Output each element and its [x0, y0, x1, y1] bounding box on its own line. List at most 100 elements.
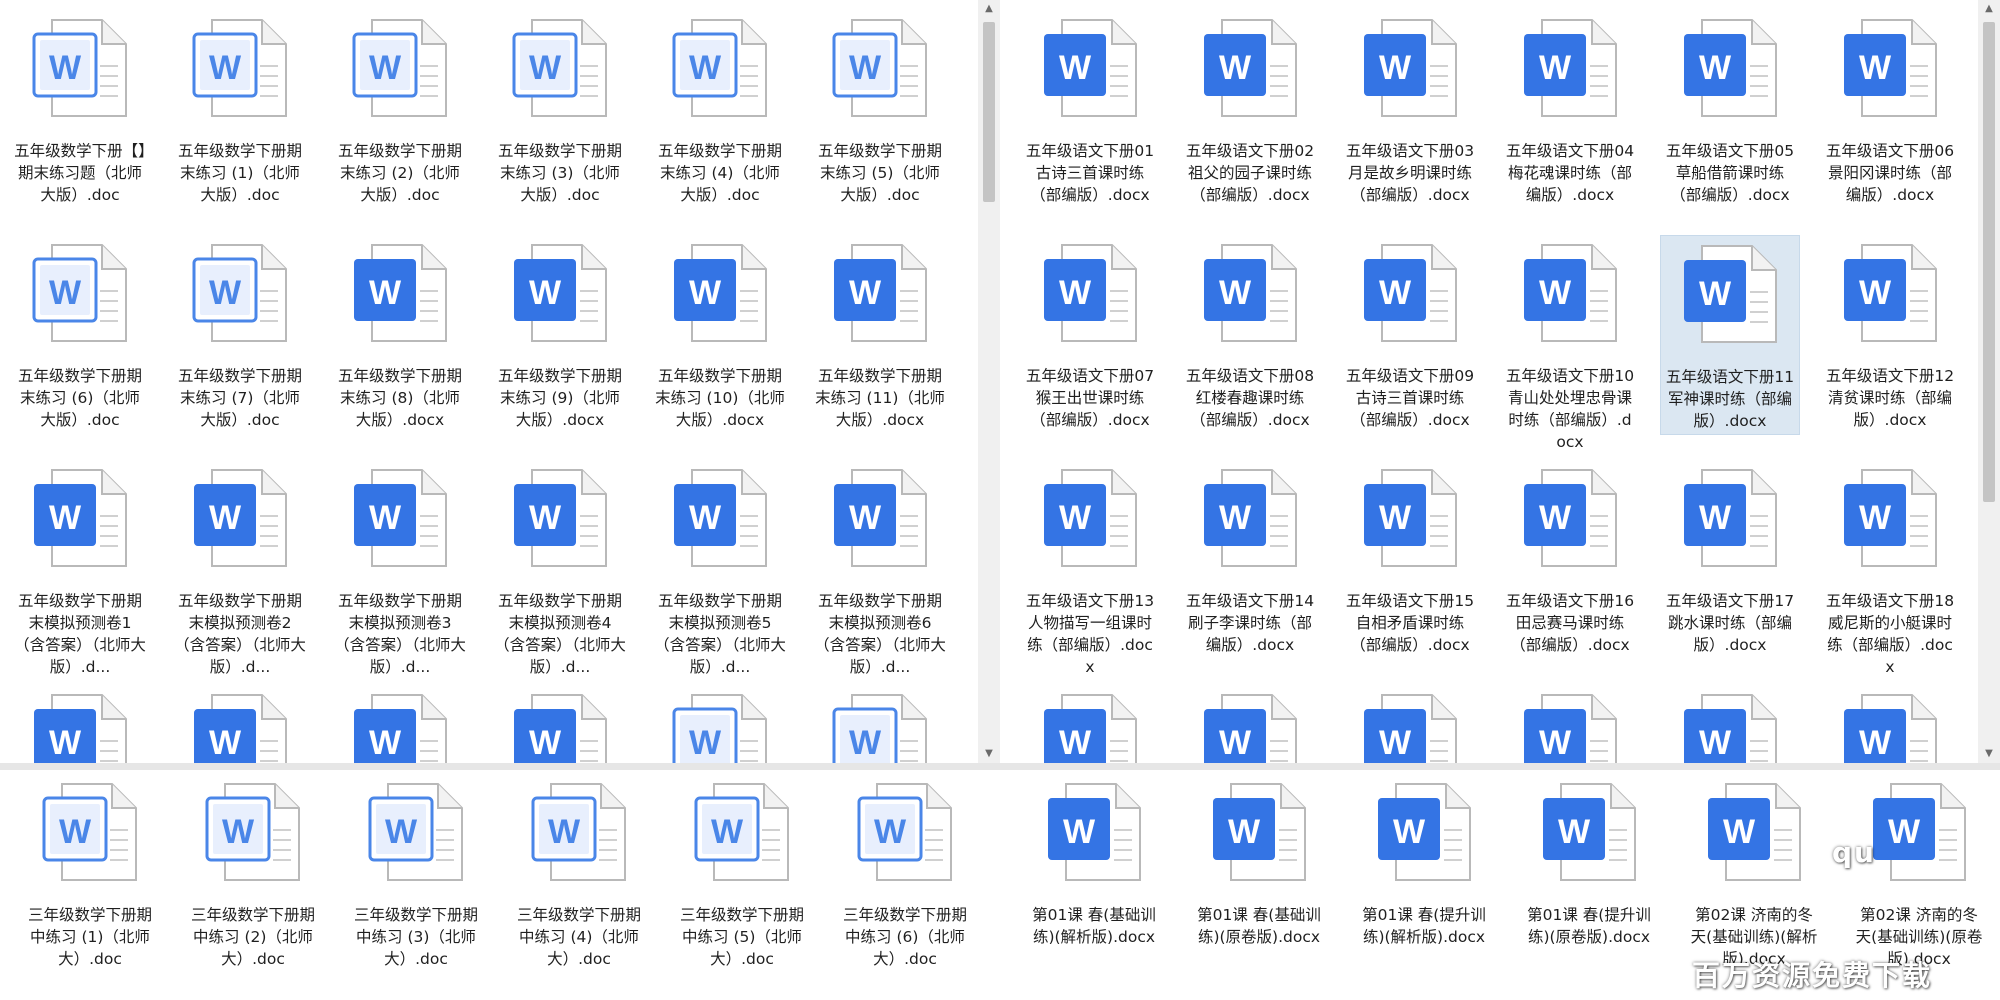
word-document-icon: W — [828, 466, 932, 570]
file-item[interactable]: W — [1500, 691, 1640, 763]
file-item[interactable]: W — [1020, 691, 1160, 763]
file-item[interactable]: W 五年级数学下册期末练习 (6)（北师大版）.doc — [10, 241, 150, 431]
file-item[interactable]: W 五年级语文下册13 人物描写一组课时练（部编版）.docx — [1020, 466, 1160, 678]
file-item[interactable]: W 第02课 济南的冬天(基础训练)(原卷版).docx — [1849, 780, 1989, 970]
file-name-label: 三年级数学下册期中练习 (5)（北师大）.doc — [679, 906, 804, 968]
file-item[interactable]: W 五年级数学下册【】期末练习题（北师大版）.doc — [10, 16, 150, 206]
file-item[interactable]: W 五年级语文下册10 青山处处埋忠骨课时练（部编版）.docx — [1500, 241, 1640, 453]
file-name-label: 五年级数学下册期末模拟预测卷5（含答案）（北师大版）.d... — [654, 592, 786, 676]
file-item[interactable]: W 五年级数学下册期末模拟预测卷1（含答案）（北师大版）.d... — [10, 466, 150, 678]
svg-text:W: W — [369, 724, 402, 762]
file-item[interactable]: W 五年级数学下册期末练习 (2)（北师大版）.doc — [330, 16, 470, 206]
file-item[interactable]: W 五年级数学下册期末练习 (4)（北师大版）.doc — [650, 16, 790, 206]
file-item[interactable]: W 第01课 春(基础训练)(解析版).docx — [1024, 780, 1164, 948]
file-item[interactable]: W — [1820, 691, 1960, 763]
file-item[interactable]: W 三年级数学下册期中练习 (6)（北师大）.doc — [835, 780, 975, 970]
file-name-label: 五年级语文下册08 红楼春趣课时练（部编版）.docx — [1185, 367, 1315, 429]
file-item[interactable]: W 五年级语文下册06 景阳冈课时练（部编版）.docx — [1820, 16, 1960, 206]
file-item[interactable]: W 三年级数学下册期中练习 (3)（北师大）.doc — [346, 780, 486, 970]
file-item[interactable]: W 五年级语文下册01 古诗三首课时练（部编版）.docx — [1020, 16, 1160, 206]
file-item[interactable]: W 五年级语文下册18 威尼斯的小艇课时练（部编版）.docx — [1820, 466, 1960, 678]
file-item[interactable]: W 第01课 春(基础训练)(原卷版).docx — [1189, 780, 1329, 948]
scroll-up-arrow-icon[interactable]: ▲ — [1978, 0, 2000, 18]
file-item[interactable]: W 五年级语文下册05 草船借箭课时练（部编版）.docx — [1660, 16, 1800, 206]
file-item[interactable]: W 第01课 春(提升训练)(原卷版).docx — [1519, 780, 1659, 948]
file-item[interactable]: W 五年级数学下册期末模拟预测卷4（含答案）（北师大版）.d... — [490, 466, 630, 678]
file-name-label: 五年级数学下册期末练习 (8)（北师大版）.docx — [337, 367, 462, 429]
file-item[interactable]: W 五年级语文下册12 清贫课时练（部编版）.docx — [1820, 241, 1960, 431]
file-item[interactable]: W 五年级数学下册期末模拟预测卷6（含答案）（北师大版）.d... — [810, 466, 950, 678]
file-item[interactable]: W 三年级数学下册期中练习 (5)（北师大）.doc — [672, 780, 812, 970]
word-document-icon: W — [1518, 466, 1622, 570]
file-item[interactable]: W 第01课 春(提升训练)(解析版).docx — [1354, 780, 1494, 948]
file-item[interactable]: W — [490, 691, 630, 763]
svg-text:W: W — [548, 813, 581, 851]
file-item[interactable]: W 五年级数学下册期末练习 (9)（北师大版）.docx — [490, 241, 630, 431]
file-item[interactable]: W — [10, 691, 150, 763]
file-item[interactable]: W 五年级数学下册期末模拟预测卷2（含答案）（北师大版）.d... — [170, 466, 310, 678]
file-item[interactable]: W 五年级数学下册期末模拟预测卷3（含答案）（北师大版）.d... — [330, 466, 470, 678]
file-item[interactable]: W 五年级语文下册02 祖父的园子课时练（部编版）.docx — [1180, 16, 1320, 206]
scroll-down-arrow-icon[interactable]: ▼ — [978, 745, 1000, 763]
file-item[interactable]: W — [170, 691, 310, 763]
file-item[interactable]: W — [650, 691, 790, 763]
file-item[interactable]: W 五年级语文下册07 猴王出世课时练（部编版）.docx — [1020, 241, 1160, 431]
file-item[interactable]: W 五年级数学下册期末练习 (5)（北师大版）.doc — [810, 16, 950, 206]
file-name-label: 第01课 春(提升训练)(原卷版).docx — [1527, 906, 1651, 946]
file-item[interactable]: W 五年级数学下册期末练习 (8)（北师大版）.docx — [330, 241, 470, 431]
word-document-icon: W — [1038, 16, 1142, 120]
word-document-icon: W — [1358, 16, 1462, 120]
file-item[interactable]: W 三年级数学下册期中练习 (4)（北师大）.doc — [509, 780, 649, 970]
file-item[interactable]: W 五年级数学下册期末练习 (11)（北师大版）.docx — [810, 241, 950, 431]
file-item[interactable]: W 三年级数学下册期中练习 (1)（北师大）.doc — [20, 780, 160, 970]
svg-text:W: W — [849, 49, 882, 87]
svg-text:W: W — [1859, 499, 1892, 537]
svg-text:W: W — [1539, 499, 1572, 537]
file-item[interactable]: W 五年级语文下册16 田忌赛马课时练（部编版）.docx — [1500, 466, 1640, 656]
word-document-icon: W — [1867, 780, 1971, 884]
file-name-label: 第01课 春(基础训练)(原卷版).docx — [1197, 906, 1321, 946]
scroll-down-arrow-icon[interactable]: ▼ — [1978, 745, 2000, 763]
scrollbar-top-right[interactable]: ▲ ▼ — [1978, 0, 2000, 763]
file-item[interactable]: W 三年级数学下册期中练习 (2)（北师大）.doc — [183, 780, 323, 970]
word-document-icon: W — [508, 241, 612, 345]
file-item[interactable]: W 五年级语文下册08 红楼春趣课时练（部编版）.docx — [1180, 241, 1320, 431]
file-item[interactable]: W 五年级数学下册期末练习 (3)（北师大版）.doc — [490, 16, 630, 206]
file-item[interactable]: W — [1660, 691, 1800, 763]
word-document-icon: W — [348, 466, 452, 570]
scroll-up-arrow-icon[interactable]: ▲ — [978, 0, 1000, 18]
file-item[interactable]: W — [1180, 691, 1320, 763]
word-document-icon: W — [1678, 242, 1782, 346]
svg-text:W: W — [529, 499, 562, 537]
file-item[interactable]: W 五年级数学下册期末练习 (10)（北师大版）.docx — [650, 241, 790, 431]
file-item[interactable]: W 五年级数学下册期末练习 (1)（北师大版）.doc — [170, 16, 310, 206]
word-document-icon: W — [201, 780, 305, 884]
file-item[interactable]: W 五年级语文下册03 月是故乡明课时练（部编版）.docx — [1340, 16, 1480, 206]
file-name-label: 五年级数学下册期末练习 (2)（北师大版）.doc — [337, 142, 462, 204]
svg-text:W: W — [369, 49, 402, 87]
file-name-label: 五年级语文下册07 猴王出世课时练（部编版）.docx — [1025, 367, 1155, 429]
svg-text:W: W — [1379, 49, 1412, 87]
file-item[interactable]: W — [1340, 691, 1480, 763]
file-item[interactable]: W — [810, 691, 950, 763]
file-item[interactable]: W 五年级语文下册11 军神课时练（部编版）.docx — [1660, 235, 1800, 435]
file-name-label: 第01课 春(基础训练)(解析版).docx — [1032, 906, 1156, 946]
word-document-icon: W — [1358, 241, 1462, 345]
file-item[interactable]: W 五年级数学下册期末模拟预测卷5（含答案）（北师大版）.d... — [650, 466, 790, 678]
word-document-icon: W — [188, 466, 292, 570]
svg-text:W: W — [49, 499, 82, 537]
word-document-icon: W — [1838, 466, 1942, 570]
file-item[interactable]: W 第02课 济南的冬天(基础训练)(解析版).docx — [1684, 780, 1824, 970]
svg-text:W: W — [1539, 49, 1572, 87]
file-item[interactable]: W 五年级语文下册14 刷子李课时练（部编版）.docx — [1180, 466, 1320, 656]
scrollbar-thumb[interactable] — [1983, 22, 1995, 502]
file-item[interactable]: W 五年级语文下册09 古诗三首课时练（部编版）.docx — [1340, 241, 1480, 431]
word-document-icon: W — [1678, 691, 1782, 763]
scrollbar-top-left[interactable]: ▲ ▼ — [978, 0, 1000, 763]
scrollbar-thumb[interactable] — [983, 22, 995, 202]
file-item[interactable]: W 五年级语文下册04 梅花魂课时练（部编版）.docx — [1500, 16, 1640, 206]
file-item[interactable]: W 五年级语文下册17 跳水课时练（部编版）.docx — [1660, 466, 1800, 656]
file-item[interactable]: W — [330, 691, 470, 763]
file-item[interactable]: W 五年级语文下册15 自相矛盾课时练（部编版）.docx — [1340, 466, 1480, 656]
file-item[interactable]: W 五年级数学下册期末练习 (7)（北师大版）.doc — [170, 241, 310, 431]
